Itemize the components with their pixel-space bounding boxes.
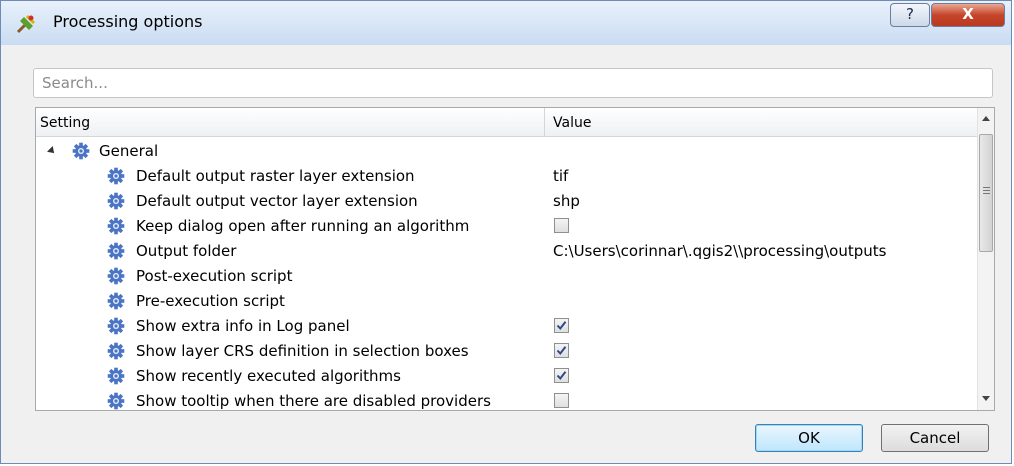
gear-icon [107, 342, 125, 360]
table-row[interactable]: Show layer CRS definition in selection b… [36, 339, 977, 364]
window-title: Processing options [53, 12, 203, 31]
gear-icon [107, 242, 125, 260]
grip-line [983, 193, 990, 194]
close-button[interactable]: X [931, 3, 1005, 27]
setting-checkbox[interactable] [554, 318, 569, 333]
setting-label: Keep dialog open after running an algori… [136, 217, 470, 235]
scroll-thumb[interactable] [979, 134, 993, 252]
setting-checkbox[interactable] [554, 368, 569, 383]
table-row[interactable]: Show extra info in Log panel [36, 314, 977, 339]
setting-checkbox[interactable] [554, 218, 569, 233]
setting-checkbox[interactable] [554, 343, 569, 358]
gear-icon [107, 217, 125, 235]
table-row[interactable]: Default output raster layer extension tif [36, 164, 977, 189]
setting-label: Show tooltip when there are disabled pro… [136, 392, 491, 410]
setting-label: Post-execution script [136, 267, 293, 285]
cancel-button[interactable]: Cancel [881, 424, 989, 452]
setting-label: Pre-execution script [136, 292, 285, 310]
processing-options-dialog: Processing options ? X Setting Value Gen… [0, 0, 1012, 464]
table-row[interactable]: Post-execution script [36, 264, 977, 289]
setting-label: Show extra info in Log panel [136, 317, 350, 335]
settings-tree: Setting Value General Default output rast… [35, 107, 995, 411]
setting-label: Show recently executed algorithms [136, 367, 401, 385]
gear-icon [107, 267, 125, 285]
gear-icon [107, 292, 125, 310]
gear-icon [107, 192, 125, 210]
setting-label: Default output raster layer extension [136, 167, 415, 185]
setting-value[interactable]: tif [553, 167, 568, 185]
setting-value[interactable]: shp [553, 192, 580, 210]
table-row[interactable]: Show tooltip when there are disabled pro… [36, 389, 977, 410]
group-label: General [99, 142, 159, 160]
grip-line [983, 187, 990, 188]
setting-label: Output folder [136, 242, 237, 260]
search-input[interactable] [33, 68, 993, 98]
checkmark-icon [556, 321, 567, 331]
expand-arrow-icon[interactable] [47, 146, 57, 156]
ok-button[interactable]: OK [755, 424, 863, 452]
scroll-down-icon[interactable] [982, 396, 990, 401]
setting-value[interactable]: C:\Users\corinnar\.qgis2\\processing\out… [553, 242, 886, 260]
table-row[interactable]: Show recently executed algorithms [36, 364, 977, 389]
setting-label: Show layer CRS definition in selection b… [136, 342, 469, 360]
grip-line [983, 190, 990, 191]
setting-label: Default output vector layer extension [136, 192, 418, 210]
processing-app-icon [16, 14, 36, 34]
checkmark-icon [556, 346, 567, 356]
vertical-scrollbar[interactable] [977, 108, 994, 410]
gear-icon [107, 167, 125, 185]
column-header-value[interactable]: Value [553, 115, 591, 131]
table-row[interactable]: Pre-execution script [36, 289, 977, 314]
tree-group-general[interactable]: General [36, 139, 977, 164]
gear-icon [72, 142, 90, 160]
checkmark-icon [556, 371, 567, 381]
gear-icon [107, 367, 125, 385]
gear-icon [107, 317, 125, 335]
table-row[interactable]: Default output vector layer extension shp [36, 189, 977, 214]
gear-icon [107, 392, 125, 410]
title-bar: Processing options ? X [1, 1, 1011, 45]
table-row[interactable]: Output folder C:\Users\corinnar\.qgis2\\p… [36, 239, 977, 264]
setting-checkbox[interactable] [554, 393, 569, 408]
scroll-up-icon[interactable] [982, 116, 990, 121]
column-header-setting[interactable]: Setting [40, 115, 90, 131]
table-row[interactable]: Keep dialog open after running an algori… [36, 214, 977, 239]
tree-header: Setting Value [36, 108, 977, 137]
help-button[interactable]: ? [890, 3, 930, 27]
column-divider[interactable] [544, 108, 545, 136]
